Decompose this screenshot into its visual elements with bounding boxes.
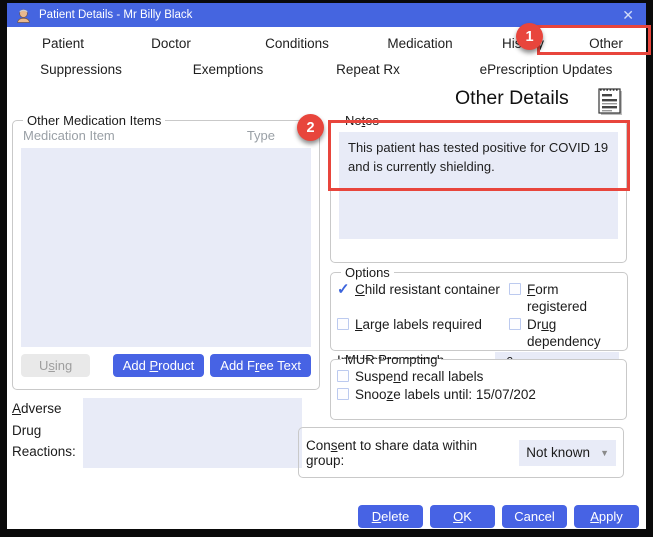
column-medication-item: Medication Item bbox=[23, 128, 115, 143]
checkbox-drug-dependency[interactable]: Drug dependency bbox=[509, 316, 621, 350]
notes-group: Notes This patient has tested positive f… bbox=[330, 113, 627, 263]
annotation-badge-2: 2 bbox=[297, 114, 324, 141]
checkbox-box bbox=[337, 370, 349, 382]
checkbox-box bbox=[337, 283, 349, 295]
tab-eprescription-updates[interactable]: ePrescription Updates bbox=[480, 62, 613, 77]
medication-items-list[interactable] bbox=[21, 148, 311, 347]
mur-prompting-group: MUR Prompting Suspend recall labels Snoo… bbox=[330, 352, 627, 420]
checkbox-box bbox=[337, 388, 349, 400]
consent-label: Consent to share data within group: bbox=[306, 438, 511, 468]
screenshot-frame: Patient Details - Mr Billy Black ✕ Patie… bbox=[0, 0, 653, 537]
consent-dropdown-value: Not known bbox=[526, 445, 590, 460]
column-type: Type bbox=[247, 128, 275, 143]
checkbox-form-registered[interactable]: Form registered bbox=[509, 281, 621, 315]
annotation-badge-1: 1 bbox=[516, 23, 543, 50]
tab-other[interactable]: Other bbox=[589, 36, 623, 51]
using-button[interactable]: Using bbox=[21, 354, 90, 377]
options-legend: Options bbox=[341, 265, 394, 280]
medication-list-header: Medication Item Type bbox=[19, 128, 313, 143]
apply-button[interactable]: Apply bbox=[574, 505, 639, 528]
checkbox-label: Suspend recall labels bbox=[355, 368, 483, 385]
notes-legend: Notes bbox=[341, 113, 383, 128]
consent-group: Consent to share data within group: Not … bbox=[298, 427, 624, 478]
tab-exemptions[interactable]: Exemptions bbox=[193, 62, 264, 77]
checkbox-label: Large labels required bbox=[355, 316, 482, 333]
delete-button[interactable]: Delete bbox=[358, 505, 423, 528]
tab-conditions[interactable]: Conditions bbox=[265, 36, 329, 51]
checkbox-suspend-recall-labels[interactable]: Suspend recall labels bbox=[337, 368, 620, 385]
ok-button[interactable]: OK bbox=[430, 505, 495, 528]
checkbox-large-labels-required[interactable]: Large labels required bbox=[337, 316, 509, 350]
notes-field[interactable]: This patient has tested positive for COV… bbox=[339, 132, 618, 239]
other-medication-items-group: Other Medication Items Medication Item T… bbox=[12, 113, 320, 390]
checkbox-box bbox=[509, 318, 521, 330]
patient-details-dialog: Patient Details - Mr Billy Black ✕ Patie… bbox=[7, 3, 646, 529]
tab-medication[interactable]: Medication bbox=[387, 36, 452, 51]
adverse-drug-reactions-field[interactable] bbox=[83, 398, 302, 468]
patient-avatar-icon bbox=[15, 7, 32, 24]
tab-doctor[interactable]: Doctor bbox=[151, 36, 191, 51]
tab-suppressions[interactable]: Suppressions bbox=[40, 62, 122, 77]
checkbox-label: Drug dependency bbox=[527, 316, 621, 350]
options-group: Options Child resistant container Form r… bbox=[330, 265, 628, 351]
mur-prompting-legend: MUR Prompting bbox=[341, 352, 441, 367]
tab-patient[interactable]: Patient bbox=[42, 36, 84, 51]
checkbox-child-resistant-container[interactable]: Child resistant container bbox=[337, 281, 509, 315]
checkbox-snooze-labels-until[interactable]: Snooze labels until: 15/07/202 bbox=[337, 386, 620, 403]
options-checkbox-grid: Child resistant container Form registere… bbox=[337, 281, 621, 350]
medication-buttons-row: Using Add Product Add Free Text bbox=[19, 354, 313, 377]
title-bar: Patient Details - Mr Billy Black ✕ bbox=[7, 3, 646, 27]
page-title: Other Details bbox=[455, 87, 569, 110]
checkbox-box bbox=[509, 283, 521, 295]
other-medication-items-legend: Other Medication Items bbox=[23, 113, 165, 128]
checkbox-box bbox=[337, 318, 349, 330]
add-product-button[interactable]: Add Product bbox=[113, 354, 205, 377]
consent-dropdown[interactable]: Not known ▼ bbox=[519, 440, 616, 466]
chevron-down-icon: ▼ bbox=[600, 448, 609, 458]
adverse-drug-reactions-label: Adverse Drug Reactions: bbox=[12, 398, 76, 468]
add-free-text-button[interactable]: Add Free Text bbox=[210, 354, 311, 377]
cancel-button[interactable]: Cancel bbox=[502, 505, 567, 528]
window-title: Patient Details - Mr Billy Black bbox=[39, 9, 618, 21]
checkbox-label: Snooze labels until: 15/07/202 bbox=[355, 386, 536, 403]
checkbox-label: Child resistant container bbox=[355, 281, 500, 298]
tab-repeat-rx[interactable]: Repeat Rx bbox=[336, 62, 400, 77]
adverse-drug-reactions: Adverse Drug Reactions: bbox=[12, 398, 302, 468]
close-icon[interactable]: ✕ bbox=[618, 7, 638, 24]
checkbox-label: Form registered bbox=[527, 281, 621, 315]
